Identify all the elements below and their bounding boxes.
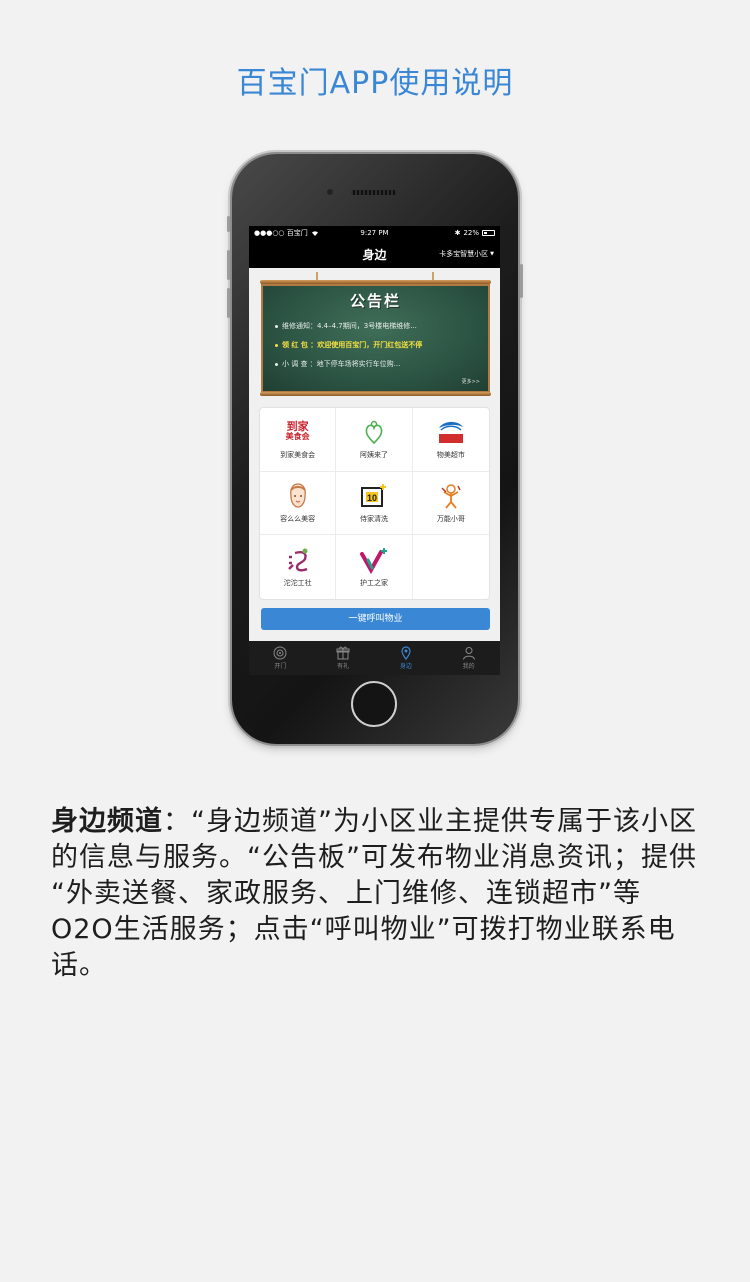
board-rod-bottom	[260, 392, 491, 396]
wifi-icon	[311, 231, 318, 236]
call-property-button[interactable]: 一键呼叫物业	[261, 608, 490, 630]
service-grid: 到家 美食会 到家美食会 阿姨来了 物美超市 容么么美容 10 侍家清洗 万能小…	[259, 407, 490, 600]
ayi-laile-icon	[359, 418, 389, 446]
description-lead: 身边频道	[51, 806, 163, 837]
notice-item[interactable]: 小 调 查 ：地下停车场将实行车位购...	[275, 359, 400, 369]
service-item-ayi[interactable]: 阿姨来了	[336, 408, 413, 472]
bulletin-panel[interactable]: 公告栏 维修通知：4.4–4.7期间，3号楼电梯维修... 领 红 包 ：欢迎使…	[261, 284, 490, 393]
power-button	[520, 264, 523, 298]
empty-cell	[413, 535, 489, 599]
caret-down-icon: ▼	[490, 251, 494, 257]
wumei-supermarket-icon	[436, 418, 466, 446]
service-item-tuotuo[interactable]: 沱沱工社	[260, 535, 337, 599]
bullet-dot	[275, 343, 278, 347]
service-label: 护工之家	[359, 579, 388, 588]
nursing-home-icon	[359, 546, 389, 575]
tab-label: 身边	[399, 663, 412, 670]
notice-item[interactable]: 领 红 包 ：欢迎使用百宝门，开门红包送不停	[275, 340, 422, 350]
tab-label: 有礼	[337, 663, 350, 670]
service-label: 阿姨来了	[359, 451, 388, 460]
person-icon	[462, 647, 475, 660]
volume-up-button	[227, 250, 230, 280]
service-item-nursing[interactable]: 护工之家	[336, 535, 413, 599]
tab-label: 我的	[462, 663, 475, 670]
location-pin-icon	[401, 646, 411, 660]
status-bar: ●●●○○ 百宝门 9:27 PM ✱ 22%	[249, 226, 500, 240]
bullet-dot	[275, 362, 278, 366]
service-item-wumei[interactable]: 物美超市	[412, 408, 489, 472]
tab-gift[interactable]: 有礼	[312, 641, 375, 675]
daojia-meishihui-icon: 到家 美食会	[285, 420, 310, 442]
service-label: 沱沱工社	[283, 579, 312, 588]
bluetooth-icon: ✱	[454, 229, 461, 237]
service-label: 万能小哥	[436, 514, 465, 523]
battery-percent: 22%	[463, 229, 479, 237]
cleaning-10-icon: 10	[359, 482, 389, 510]
mute-switch	[227, 216, 230, 232]
tab-mine[interactable]: 我的	[437, 641, 500, 675]
notice-item[interactable]: 维修通知：4.4–4.7期间，3号楼电梯维修...	[275, 321, 417, 331]
service-item-daojia[interactable]: 到家 美食会 到家美食会	[260, 408, 337, 472]
open-door-icon	[273, 646, 287, 660]
tab-nearby[interactable]: 身边	[375, 641, 438, 675]
tab-open-door[interactable]: 开门	[249, 641, 312, 675]
beauty-face-icon	[283, 482, 313, 510]
carrier-label: ●●●○○ 百宝门	[254, 229, 308, 237]
bulletin-board: 公告栏 维修通知：4.4–4.7期间，3号楼电梯维修... 领 红 包 ：欢迎使…	[260, 272, 491, 398]
main-content: 公告栏 维修通知：4.4–4.7期间，3号楼电梯维修... 领 红 包 ：欢迎使…	[249, 268, 500, 641]
handyman-icon	[436, 482, 466, 510]
service-label: 物美超市	[436, 451, 465, 460]
nav-bar: 身边 卡多宝智慧小区 ▼	[249, 240, 500, 268]
description-paragraph: 身边频道：“身边频道”为小区业主提供专属于该小区的信息与服务。“公告板”可发布物…	[51, 804, 701, 984]
tab-bar: 开门 有礼 身边 我的	[249, 641, 500, 675]
svg-text:10: 10	[367, 493, 377, 503]
community-name: 卡多宝智慧小区	[439, 250, 489, 258]
bulletin-title: 公告栏	[349, 292, 401, 310]
front-camera	[326, 188, 334, 196]
service-item-cleaning[interactable]: 10 侍家清洗	[336, 471, 413, 536]
gift-icon	[336, 646, 350, 660]
bullet-dot	[275, 324, 278, 328]
service-item-beauty[interactable]: 容么么美容	[260, 471, 337, 536]
community-selector[interactable]: 卡多宝智慧小区 ▼	[439, 249, 494, 259]
phone-frame: ●●●○○ 百宝门 9:27 PM ✱ 22% 身边 卡多宝智慧小区 ▼ 公告栏…	[227, 154, 523, 744]
phone-screen: ●●●○○ 百宝门 9:27 PM ✱ 22% 身边 卡多宝智慧小区 ▼ 公告栏…	[249, 226, 500, 675]
volume-down-button	[227, 288, 230, 318]
service-label: 容么么美容	[280, 514, 316, 523]
battery-icon	[482, 230, 495, 236]
page-title: 百宝门APP使用说明	[236, 66, 514, 101]
tab-label: 开门	[274, 663, 287, 670]
more-link[interactable]: 更多>>	[462, 378, 480, 385]
service-item-handyman[interactable]: 万能小哥	[412, 472, 489, 536]
tuotuo-gongshe-icon	[283, 546, 313, 574]
service-label: 到家美食会	[280, 451, 316, 460]
home-button[interactable]	[351, 681, 397, 727]
service-label: 侍家清洗	[359, 514, 388, 523]
earpiece-speaker	[351, 190, 397, 195]
